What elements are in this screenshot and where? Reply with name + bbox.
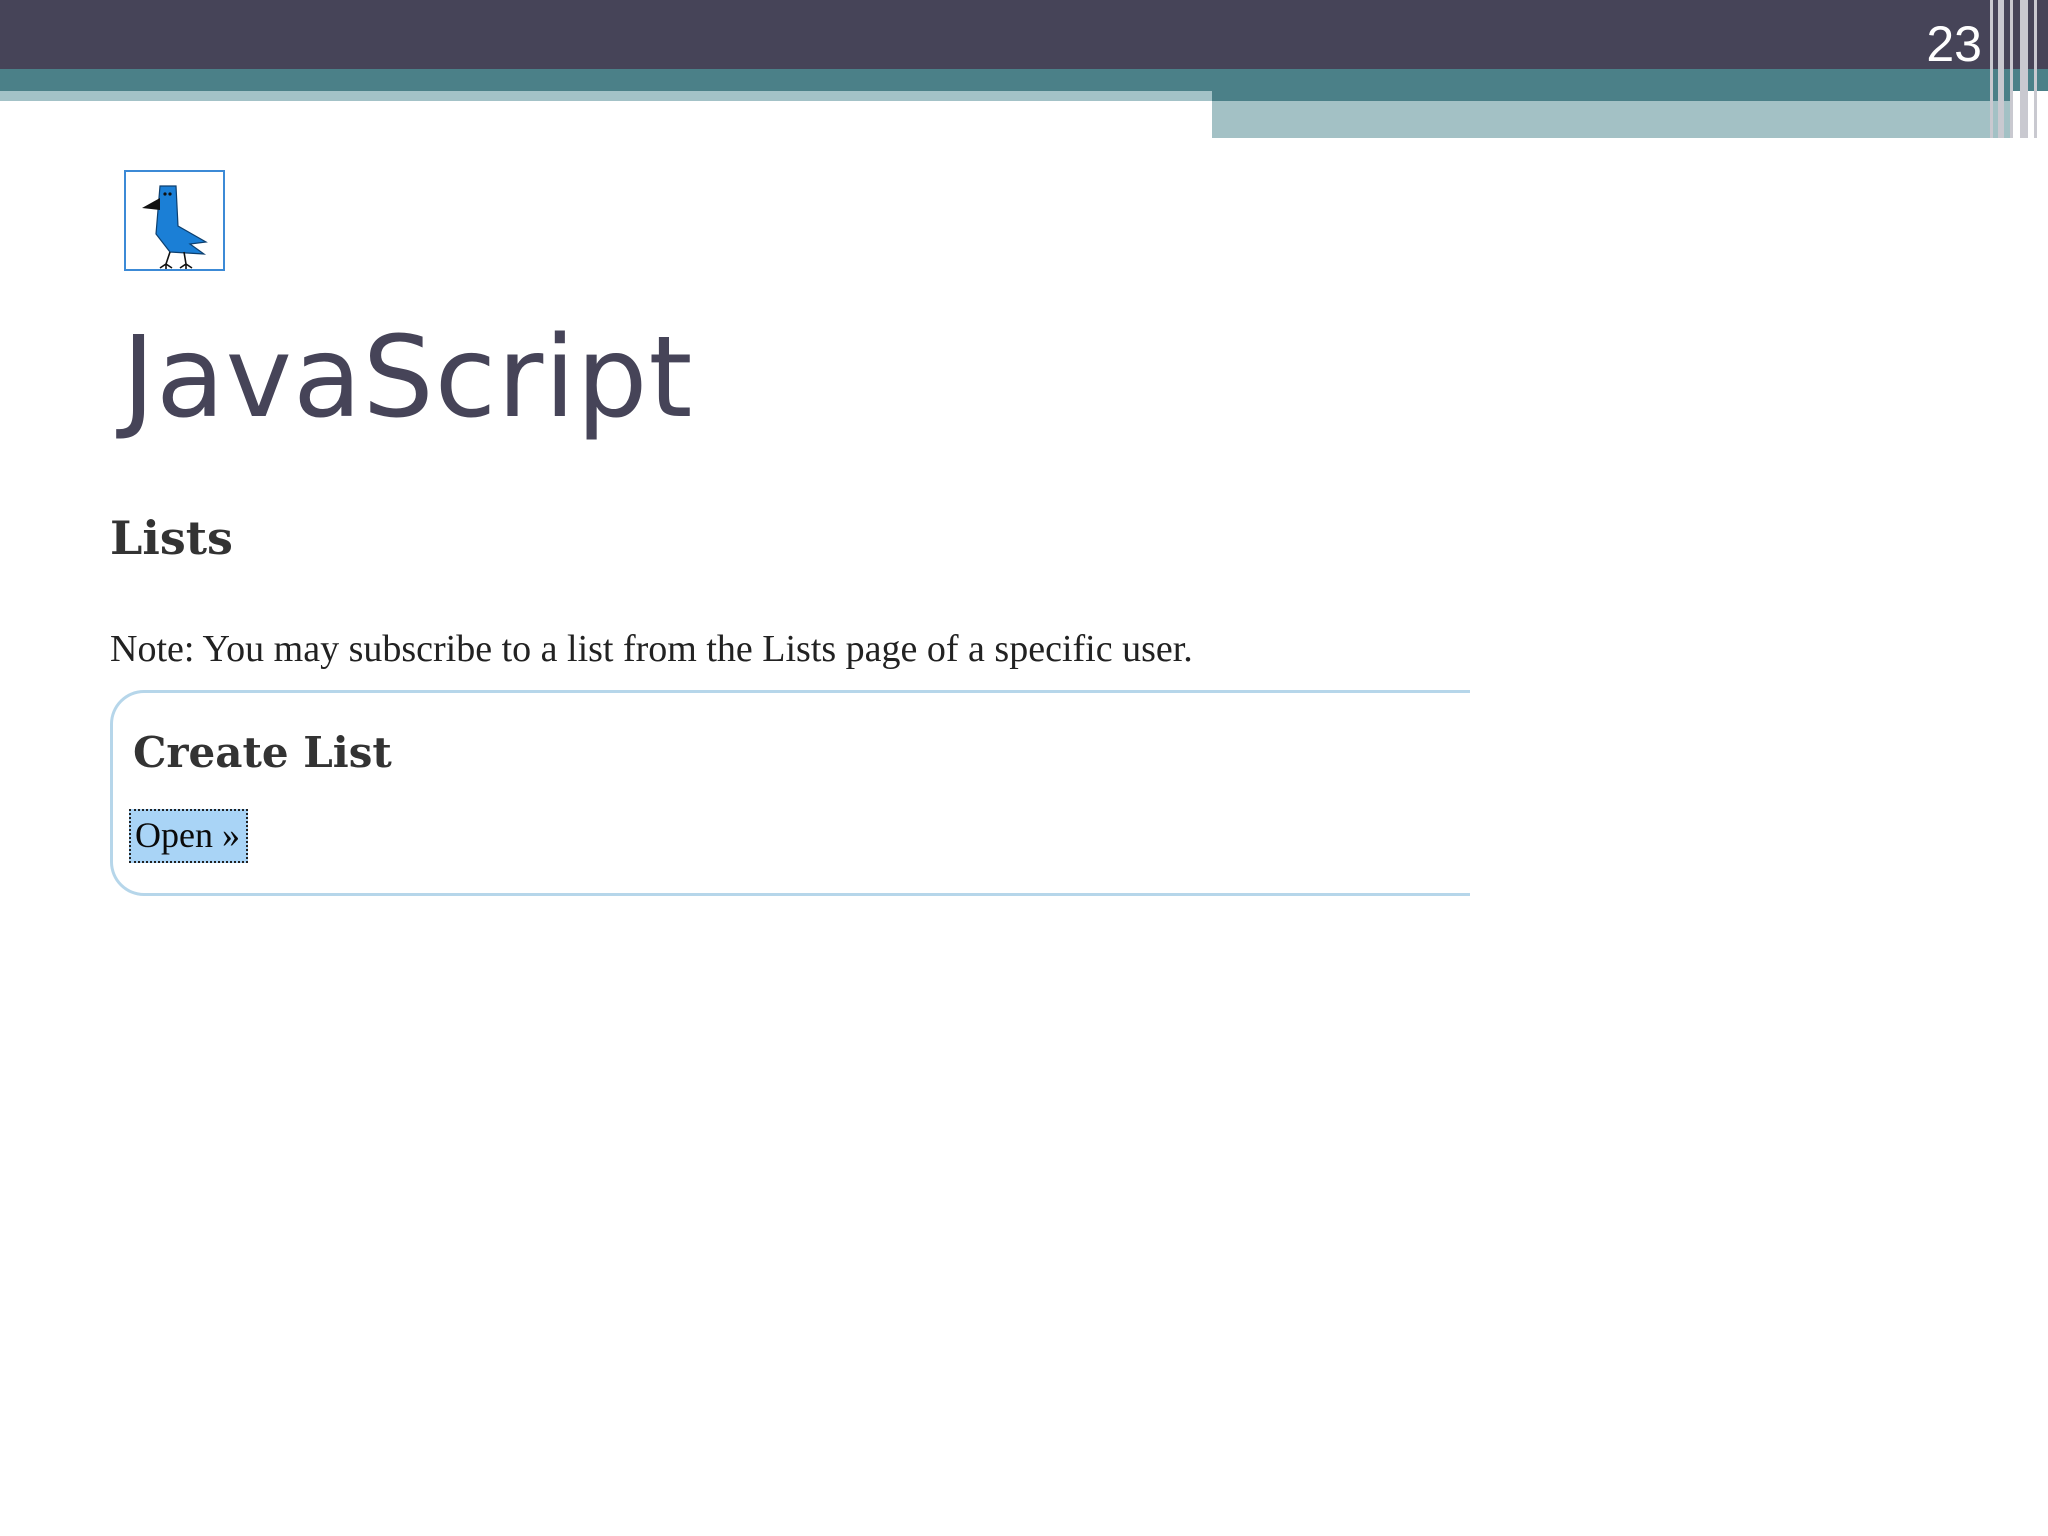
slide-header-bar — [0, 0, 2048, 69]
header-light-band — [0, 91, 1212, 101]
header-light-band-right — [1212, 101, 2012, 138]
header-edge-stripes — [1986, 0, 2048, 138]
lists-heading: Lists — [110, 511, 233, 565]
subscribe-note: Note: You may subscribe to a list from t… — [110, 628, 1193, 670]
blue-bird-icon — [124, 170, 225, 271]
slide-number: 23 — [1926, 16, 1982, 72]
create-list-panel: Create List Open » — [110, 690, 1470, 896]
create-list-heading: Create List — [133, 728, 392, 777]
header-teal-band-right — [1212, 91, 2012, 101]
open-create-list-link[interactable]: Open » — [129, 809, 248, 863]
header-teal-band — [0, 69, 2048, 91]
slide-title: JavaScript — [122, 313, 694, 443]
